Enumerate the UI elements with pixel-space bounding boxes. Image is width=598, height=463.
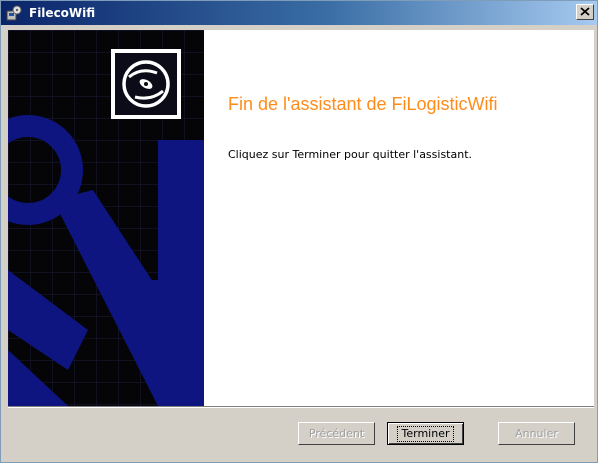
setup-wizard-window: FilecoWifi Fin de l'assistant de FiLogis… <box>0 0 598 463</box>
cd-disc-icon <box>122 60 170 108</box>
installer-app-icon <box>6 5 22 21</box>
footer-divider <box>8 406 594 408</box>
window-title: FilecoWifi <box>29 6 96 20</box>
finish-button[interactable]: Terminer <box>387 422 464 445</box>
wizard-content-panel: Fin de l'assistant de FiLogisticWifi Cli… <box>204 30 594 406</box>
wizard-sidebar-banner <box>8 30 204 406</box>
cancel-button[interactable]: Annuler <box>498 422 575 445</box>
finish-button-label: Terminer <box>396 426 455 442</box>
previous-button[interactable]: Précédent <box>298 422 375 445</box>
logo-frame <box>111 49 181 119</box>
page-title: Fin de l'assistant de FiLogisticWifi <box>228 94 498 114</box>
title-bar[interactable]: FilecoWifi <box>1 1 597 25</box>
instruction-text: Cliquez sur Terminer pour quitter l'assi… <box>228 148 473 161</box>
close-icon <box>580 7 590 16</box>
close-button[interactable] <box>576 4 594 20</box>
